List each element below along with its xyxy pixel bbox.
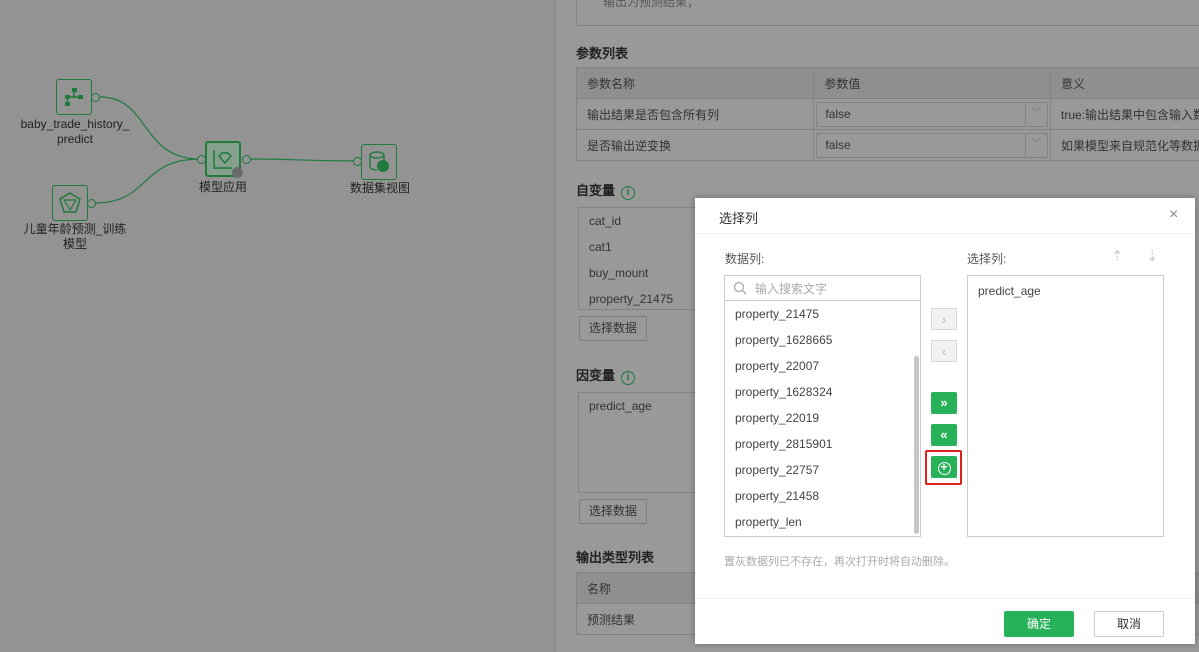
data-columns-items: property_21475 property_1628665 property_2… xyxy=(725,301,920,535)
independent-vars-title: 自变量 i xyxy=(576,180,636,200)
param-meaning: true:输出结果中包含输入数 xyxy=(1049,98,1199,130)
move-all-left-button[interactable]: « xyxy=(931,424,957,446)
list-item[interactable]: property_22757 xyxy=(725,457,920,483)
list-item[interactable]: property_1628324 xyxy=(725,379,920,405)
cancel-button[interactable]: 取消 xyxy=(1094,611,1164,637)
node-label: 数据集视图 xyxy=(349,181,410,195)
data-source-icon xyxy=(65,88,83,106)
flow-canvas[interactable]: baby_trade_history_ predict 儿童年龄预测_训练 模型… xyxy=(0,0,555,652)
dataset-view-icon xyxy=(369,151,389,172)
python-model-icon xyxy=(59,192,81,213)
data-columns-label: 数据列: xyxy=(725,252,765,266)
node-data-source[interactable] xyxy=(56,79,92,115)
search-box[interactable]: 输入搜索文字 xyxy=(725,276,920,301)
output-port[interactable] xyxy=(91,93,100,102)
select-data-button[interactable]: 选择数据 xyxy=(579,499,648,524)
dependent-var-title: 因变量 i xyxy=(576,365,636,385)
add-expression-button[interactable]: + xyxy=(931,456,957,478)
col-header: 参数值 xyxy=(813,67,1051,99)
col-header: 意义 xyxy=(1049,67,1199,99)
select-value: false xyxy=(825,138,851,152)
sort-descending-icon[interactable]: ⇣ xyxy=(1146,247,1159,265)
params-title: 参数列表 xyxy=(576,46,629,61)
list-item[interactable]: property_21458 xyxy=(725,483,920,509)
list-item[interactable]: predict_age xyxy=(968,278,1163,304)
param-value-select[interactable]: false ﹀ xyxy=(816,132,1048,158)
node-label: 儿童年龄预测_训练 模型 xyxy=(23,222,127,251)
select-columns-dialog: 选择列 × 数据列: 选择列: ⇡ ⇣ 输入搜索文字 property_2147… xyxy=(695,198,1195,644)
select-data-button[interactable]: 选择数据 xyxy=(579,316,648,341)
param-name: 输出结果是否包含所有列 xyxy=(575,98,815,130)
list-item[interactable]: property_21475 xyxy=(725,301,920,327)
move-all-right-button[interactable]: » xyxy=(931,392,957,414)
search-input[interactable]: 输入搜索文字 xyxy=(755,280,827,297)
dialog-header: 选择列 × xyxy=(695,198,1195,234)
list-item[interactable]: property_2815901 xyxy=(725,431,920,457)
chevron-down-icon: ﹀ xyxy=(1024,102,1047,126)
hint-text: 置灰数据列已不存在，再次打开时将自动删除。 xyxy=(724,556,955,568)
selected-columns-list: predict_age xyxy=(967,275,1164,537)
param-name: 是否输出逆变换 xyxy=(575,129,815,161)
selected-columns-label: 选择列: xyxy=(967,252,1007,266)
description-text: 输出为预测结果； xyxy=(603,0,700,9)
move-right-button[interactable]: › xyxy=(931,308,957,330)
list-item[interactable]: property_1628665 xyxy=(725,327,920,353)
data-columns-list: 输入搜索文字 property_21475 property_1628665 pro… xyxy=(724,275,921,537)
description-box: 输出为预测结果； xyxy=(576,0,1199,26)
sort-ascending-icon[interactable]: ⇡ xyxy=(1111,247,1124,265)
confirm-button[interactable]: 确定 xyxy=(1004,611,1074,637)
node-dataset-view[interactable] xyxy=(361,144,397,180)
search-icon xyxy=(733,281,747,295)
chevron-down-icon: ﹀ xyxy=(1024,133,1047,157)
node-python-model[interactable] xyxy=(52,185,88,221)
info-icon[interactable]: i xyxy=(621,186,636,200)
close-icon[interactable]: × xyxy=(1169,206,1178,224)
param-meaning: 如果模型来自规范化等数据 xyxy=(1049,129,1199,161)
move-left-button[interactable]: ‹ xyxy=(931,340,957,362)
divider xyxy=(695,598,1195,599)
list-item[interactable]: property_22007 xyxy=(725,353,920,379)
param-value-select[interactable]: false ﹀ xyxy=(816,101,1048,127)
node-label: 模型应用 xyxy=(198,180,247,194)
disabled-badge-icon xyxy=(232,167,243,178)
plus-circle-icon: + xyxy=(937,461,951,475)
section-label: 自变量 xyxy=(576,183,616,198)
col-header: 参数名称 xyxy=(575,67,815,99)
section-label: 因变量 xyxy=(576,368,616,383)
output-port[interactable] xyxy=(87,199,96,208)
select-value: false xyxy=(825,107,851,121)
output-port[interactable] xyxy=(242,155,251,164)
list-item[interactable]: property_len xyxy=(725,509,920,535)
params-table: 参数名称 参数值 意义 输出结果是否包含所有列 false ﹀ true:输出结果中包含输… xyxy=(575,67,1199,161)
list-item[interactable]: property_22019 xyxy=(725,405,920,431)
node-label: baby_trade_history_ predict xyxy=(20,117,130,146)
model-apply-icon xyxy=(213,150,232,169)
output-types-title: 输出类型列表 xyxy=(576,550,655,565)
info-icon[interactable]: i xyxy=(621,371,636,385)
dialog-title: 选择列 xyxy=(719,211,759,226)
scrollbar[interactable] xyxy=(914,356,919,534)
